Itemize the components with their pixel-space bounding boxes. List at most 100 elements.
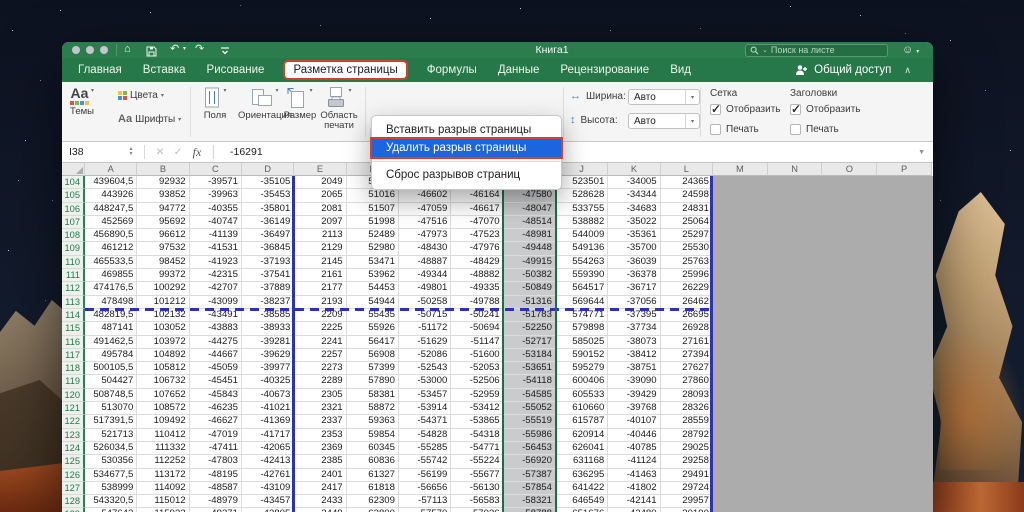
cell-E124[interactable]: 2369	[294, 441, 347, 456]
cell-J123[interactable]: 620914	[555, 428, 609, 442]
cell-G119[interactable]: -53000	[398, 375, 452, 389]
cell-K119[interactable]: -39090	[608, 375, 661, 389]
cell-B128[interactable]: 115012	[137, 495, 190, 509]
cell-A105[interactable]: 443926	[85, 189, 138, 203]
menu-item-1[interactable]: Вставить разрыв страницы	[372, 121, 561, 139]
cell-B109[interactable]: 97532	[137, 242, 190, 256]
cell-D119[interactable]: -40325	[241, 375, 295, 389]
cell-F124[interactable]: 60345	[346, 441, 399, 456]
cell-I111[interactable]: -50382	[503, 269, 556, 283]
cell-D106[interactable]: -35801	[241, 202, 295, 216]
cell-H112[interactable]: -49335	[451, 282, 504, 296]
column-header-J[interactable]: J	[555, 163, 609, 176]
tab-5[interactable]: Формулы	[427, 64, 477, 76]
cell-F129[interactable]: 62800	[347, 508, 399, 512]
cell-B104[interactable]: 92932	[137, 176, 190, 190]
cell-A129[interactable]: 547642	[85, 508, 138, 512]
cell-L129[interactable]: 30190	[661, 508, 713, 512]
cell-I116[interactable]: -52717	[503, 335, 556, 349]
row-header-110[interactable]: 110	[62, 255, 85, 270]
cell-E121[interactable]: 2321	[294, 402, 347, 416]
cell-L123[interactable]: 28792	[660, 428, 713, 442]
row-header-122[interactable]: 122	[62, 415, 85, 429]
cell-C126[interactable]: -48195	[189, 468, 242, 482]
search-input[interactable]: ⌄ Поиск на листе	[745, 44, 888, 57]
cell-H122[interactable]: -53865	[451, 415, 504, 429]
row-header-117[interactable]: 117	[62, 348, 85, 363]
cell-E117[interactable]: 2257	[294, 348, 347, 363]
cell-J109[interactable]: 549136	[555, 242, 609, 256]
column-header-K[interactable]: K	[608, 163, 661, 176]
cell-G111[interactable]: -49344	[398, 269, 452, 283]
cell-J127[interactable]: 641422	[555, 481, 609, 496]
cell-L120[interactable]: 28093	[660, 388, 713, 403]
cell-F118[interactable]: 57399	[346, 362, 399, 376]
cell-L105[interactable]: 24598	[660, 189, 713, 203]
cell-E127[interactable]: 2417	[294, 481, 347, 496]
cell-G120[interactable]: -53457	[398, 388, 452, 403]
cell-C109[interactable]: -41531	[189, 242, 242, 256]
share-button[interactable]: Общий доступ ∧	[795, 58, 911, 82]
cell-H121[interactable]: -53412	[451, 402, 504, 416]
cell-C121[interactable]: -46235	[189, 402, 242, 416]
cell-A116[interactable]: 491462,5	[85, 335, 138, 349]
cell-J113[interactable]: 569644	[555, 295, 609, 309]
cell-B110[interactable]: 98452	[137, 255, 190, 270]
cell-I119[interactable]: -54118	[503, 375, 556, 389]
cell-G125[interactable]: -55742	[398, 455, 452, 469]
cell-A111[interactable]: 469855	[85, 269, 138, 283]
cell-H126[interactable]: -55677	[451, 468, 504, 482]
column-header-D[interactable]: D	[241, 163, 295, 176]
cell-G115[interactable]: -51172	[398, 322, 452, 336]
headings-print-checkbox[interactable]: Печать	[790, 124, 839, 135]
cell-E125[interactable]: 2385	[294, 455, 347, 469]
cell-K110[interactable]: -36039	[608, 255, 661, 270]
close-button[interactable]	[72, 46, 80, 54]
cell-B127[interactable]: 114092	[137, 481, 190, 496]
cell-F111[interactable]: 53962	[346, 269, 399, 283]
cell-L104[interactable]: 24365	[660, 176, 713, 190]
cell-D111[interactable]: -37541	[241, 269, 295, 283]
cell-E108[interactable]: 2113	[294, 229, 347, 243]
cell-D124[interactable]: -42065	[241, 441, 295, 456]
cell-J124[interactable]: 626041	[555, 441, 609, 456]
cell-F120[interactable]: 58381	[346, 388, 399, 403]
cell-B129[interactable]: 115932	[137, 508, 190, 512]
cell-B112[interactable]: 100292	[137, 282, 190, 296]
cell-D123[interactable]: -41717	[241, 428, 295, 442]
cell-D129[interactable]: -43805	[242, 508, 295, 512]
cell-K117[interactable]: -38412	[608, 348, 661, 363]
cell-H127[interactable]: -56130	[451, 481, 504, 496]
cell-H109[interactable]: -47976	[451, 242, 504, 256]
cell-K123[interactable]: -40446	[608, 428, 661, 442]
cell-K105[interactable]: -34344	[608, 189, 661, 203]
cell-C117[interactable]: -44667	[189, 348, 242, 363]
row-header-120[interactable]: 120	[62, 388, 85, 403]
cell-L126[interactable]: 29491	[660, 468, 713, 482]
cell-D122[interactable]: -41369	[241, 415, 295, 429]
cell-J116[interactable]: 585025	[555, 335, 609, 349]
row-header-119[interactable]: 119	[62, 375, 85, 389]
cell-J105[interactable]: 528628	[555, 189, 609, 203]
cell-A113[interactable]: 478498	[85, 295, 138, 309]
cell-D112[interactable]: -37889	[241, 282, 295, 296]
row-header-114[interactable]: 114	[62, 308, 85, 323]
cell-G127[interactable]: -56656	[398, 481, 452, 496]
cell-I115[interactable]: -52250	[503, 322, 556, 336]
cell-I117[interactable]: -53184	[503, 348, 556, 363]
insert-function-icon[interactable]: fx	[187, 145, 207, 160]
row-header-115[interactable]: 115	[62, 322, 85, 336]
cell-C110[interactable]: -41923	[189, 255, 242, 270]
cell-I122[interactable]: -55519	[503, 415, 556, 429]
cell-K107[interactable]: -35022	[608, 215, 661, 230]
column-header-P[interactable]: P	[877, 163, 932, 176]
cell-B105[interactable]: 93852	[137, 189, 190, 203]
cell-H118[interactable]: -52053	[451, 362, 504, 376]
cell-B116[interactable]: 103972	[137, 335, 190, 349]
page-break-horizontal[interactable]	[85, 308, 710, 311]
cell-F109[interactable]: 52980	[346, 242, 399, 256]
cell-J118[interactable]: 595279	[555, 362, 609, 376]
gridlines-print-checkbox[interactable]: Печать	[710, 124, 759, 135]
cell-E113[interactable]: 2193	[294, 295, 347, 309]
row-header-123[interactable]: 123	[62, 428, 85, 442]
